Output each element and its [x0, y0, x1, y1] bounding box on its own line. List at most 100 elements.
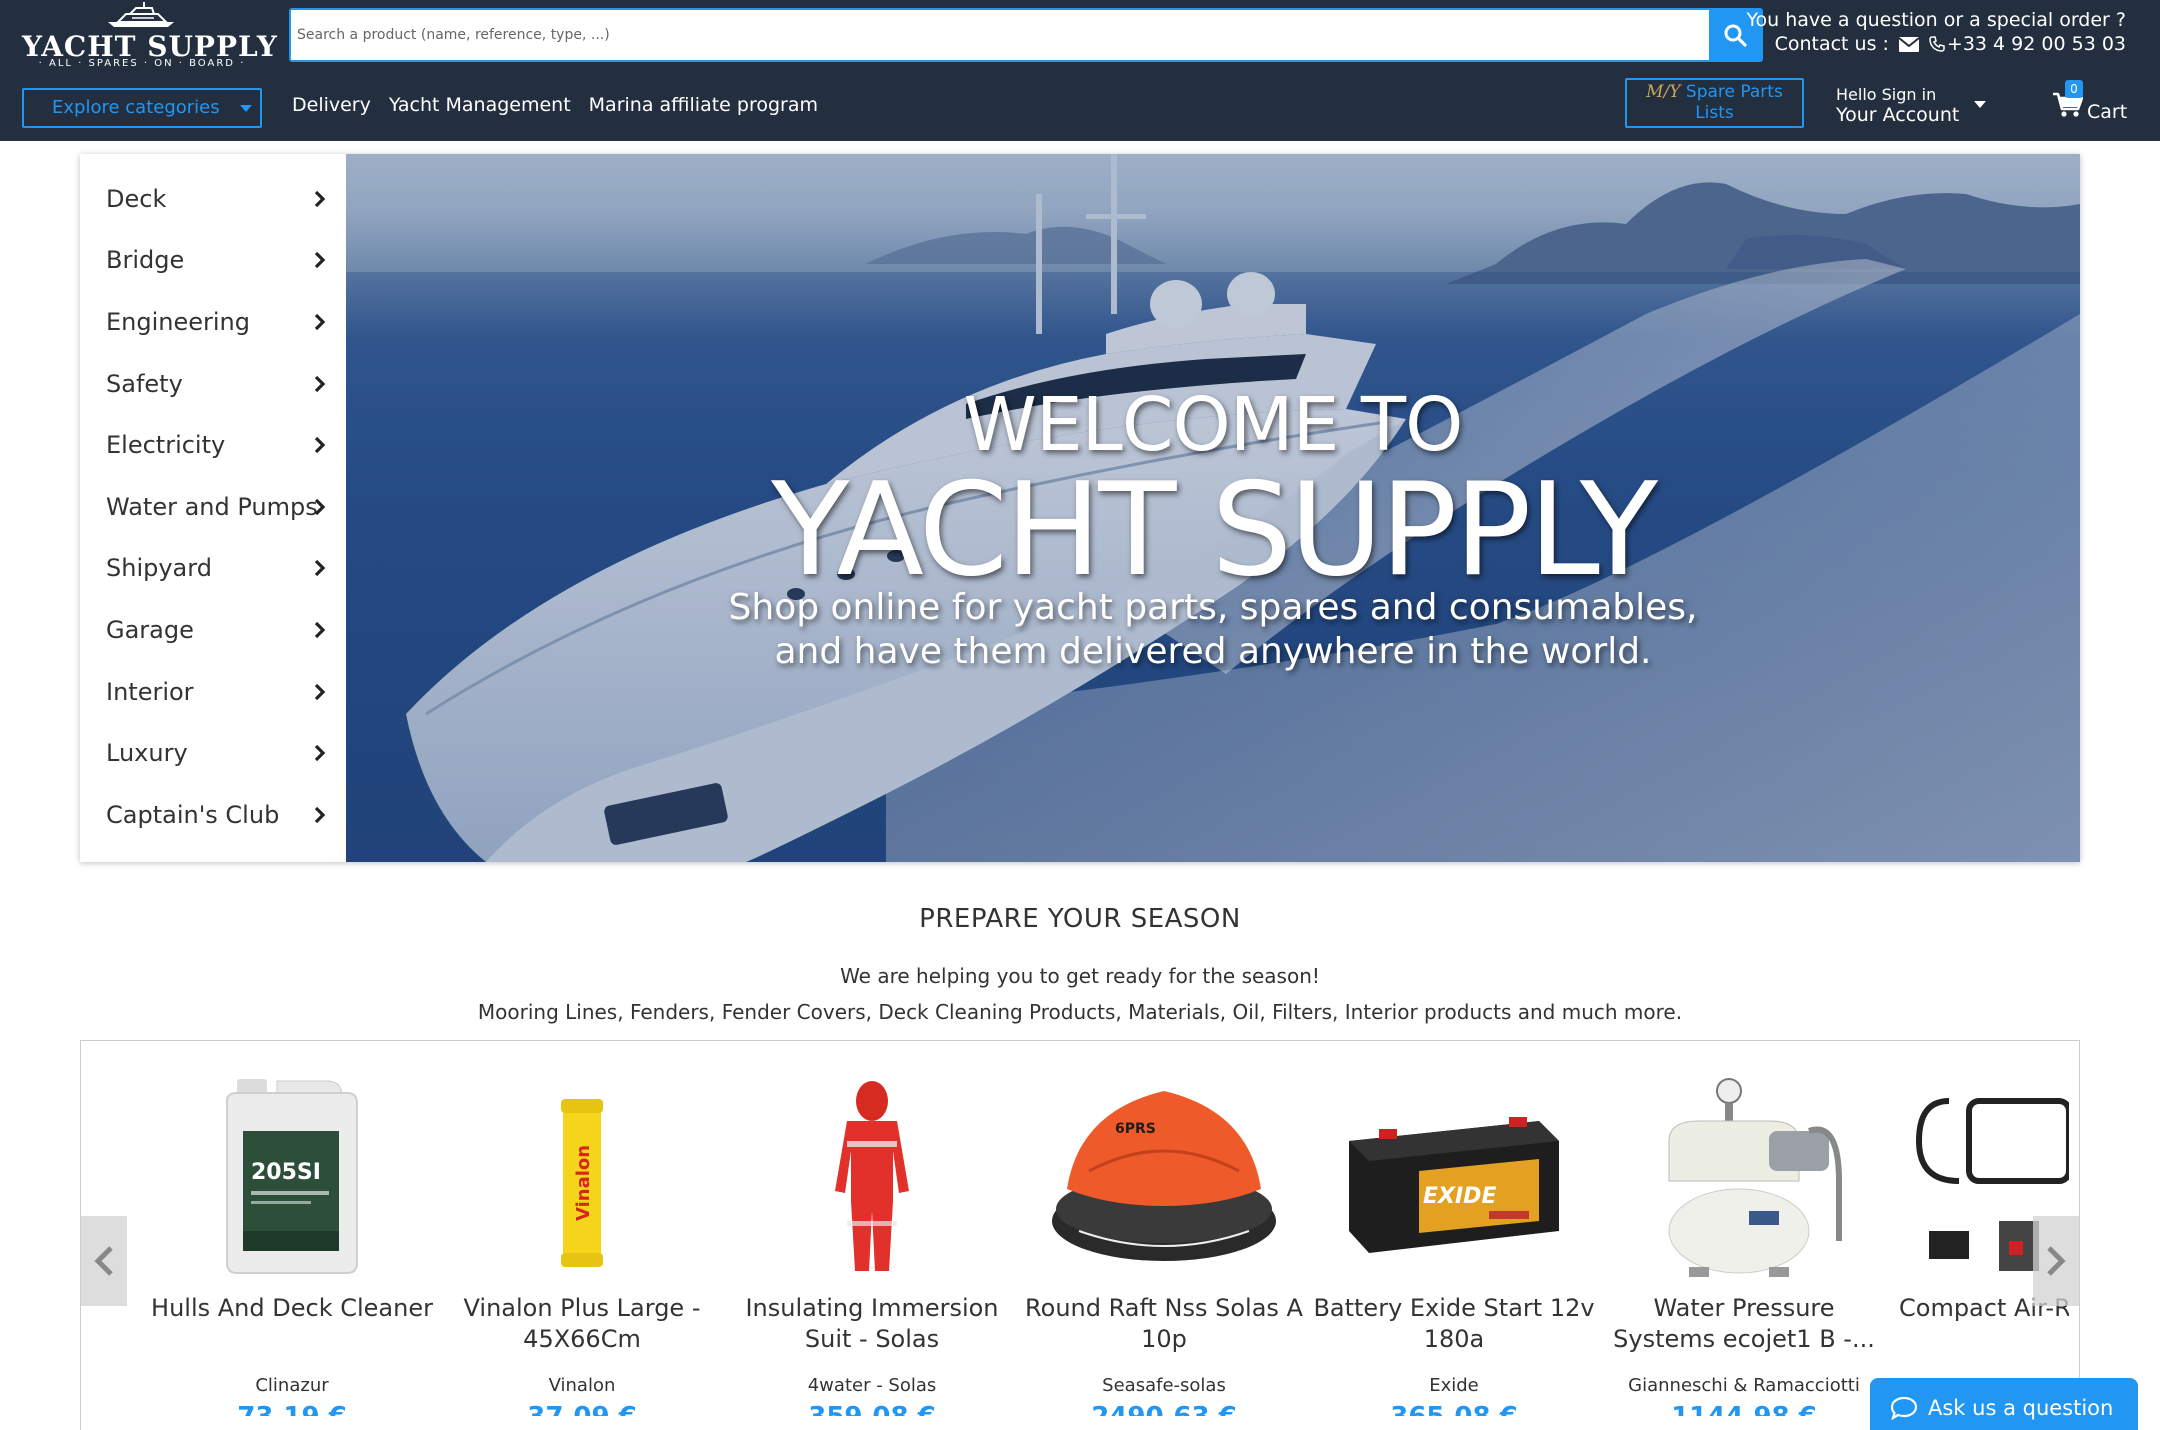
sidebar-item-label: Bridge	[106, 246, 185, 275]
account-greeting: Hello Sign in	[1836, 85, 1937, 104]
sidebar-item-captain-s-club[interactable]: Captain's Club	[80, 784, 346, 846]
ask-question-button[interactable]: Ask us a question	[1870, 1378, 2138, 1430]
sidebar-item-garage[interactable]: Garage	[80, 599, 346, 661]
product-price: 73.19 €	[147, 1402, 437, 1416]
product-price: 37.09 €	[437, 1402, 727, 1416]
contact-info: You have a question or a special order ?…	[1726, 8, 2126, 56]
season-description: We are helping you to get ready for the …	[0, 958, 2160, 1030]
sidebar-item-label: Shipyard	[106, 554, 212, 583]
season-heading: PREPARE YOUR SEASON	[919, 904, 1241, 934]
hero-text: WELCOME TO YACHT SUPPLY Shop online for …	[346, 154, 2080, 862]
sidebar-item-engineering[interactable]: Engineering	[80, 291, 346, 353]
nav-link-delivery[interactable]: Delivery	[292, 94, 371, 116]
hero-subline: Shop online for yacht parts, spares and …	[346, 586, 2080, 674]
sidebar-item-label: Luxury	[106, 739, 188, 768]
chevron-right-icon	[314, 560, 326, 577]
caret-down-icon	[240, 105, 252, 112]
product-name[interactable]: Round Raft Nss Solas A 10p	[1019, 1293, 1309, 1355]
chevron-right-icon	[314, 375, 326, 392]
immersion-suit-image	[835, 1081, 909, 1271]
hero-brand: YACHT SUPPLY	[771, 456, 1658, 605]
contact-phone[interactable]: +33 4 92 00 53 03	[1947, 32, 2126, 56]
chevron-right-icon	[314, 498, 326, 515]
hero-subline-2: and have them delivered anywhere in the …	[774, 631, 1652, 672]
cart-label: Cart	[2087, 101, 2128, 123]
product-name[interactable]: Vinalon Plus Large - 45X66Cm	[437, 1293, 727, 1355]
sidebar-item-shipyard[interactable]: Shipyard	[80, 538, 346, 600]
nav-link-marina-affiliate[interactable]: Marina affiliate program	[589, 94, 818, 116]
sidebar-item-label: Water and Pumps	[106, 492, 318, 521]
product-brand: 4water - Solas	[807, 1375, 937, 1396]
cleaner-jug-image: 205SI	[226, 1079, 358, 1274]
product-card[interactable]: EXIDE Battery Exide Start 12v 180a Exide…	[1309, 1071, 1599, 1416]
vinalon-tube-image: Vinalon	[561, 1099, 603, 1267]
product-image[interactable]	[1599, 1071, 1889, 1281]
search-input[interactable]	[291, 10, 1711, 60]
nav-link-yacht-management[interactable]: Yacht Management	[389, 94, 571, 116]
explore-categories-label: Explore categories	[52, 97, 220, 118]
product-brand: Exide	[1429, 1375, 1479, 1396]
product-price: 359.08 €	[727, 1402, 1017, 1416]
logo-tagline: · ALL · SPARES · ON · BOARD ·	[38, 58, 246, 69]
product-card[interactable]: 205SI Hulls And Deck Cleaner Clinazur 73…	[147, 1071, 437, 1416]
site-logo[interactable]: YACHT SUPPLY · ALL · SPARES · ON · BOARD…	[22, 0, 277, 74]
chevron-right-icon	[2047, 1246, 2066, 1276]
svg-text:Vinalon: Vinalon	[573, 1145, 594, 1221]
account-menu[interactable]: Hello Sign in Your Account	[1836, 86, 1996, 126]
product-card[interactable]: Water Pressure Systems ecojet1 B -... Gi…	[1599, 1071, 1889, 1416]
sidebar-item-label: Electricity	[106, 431, 226, 460]
contact-question: You have a question or a special order ?	[1746, 9, 2126, 31]
chevron-right-icon	[314, 745, 326, 762]
sidebar-item-safety[interactable]: Safety	[80, 353, 346, 415]
sidebar-item-label: Deck	[106, 184, 167, 213]
chevron-right-icon	[314, 806, 326, 823]
carousel-next-button[interactable]	[2033, 1216, 2079, 1306]
explore-categories-dropdown[interactable]: Explore categories	[22, 88, 262, 128]
product-name[interactable]: Water Pressure Systems ecojet1 B -...	[1599, 1293, 1889, 1355]
spare-parts-line2: Lists	[1695, 103, 1734, 123]
product-image[interactable]: EXIDE	[1309, 1071, 1599, 1281]
product-card[interactable]: Vinalon Vinalon Plus Large - 45X66Cm Vin…	[437, 1071, 727, 1416]
sidebar-item-label: Garage	[106, 615, 194, 644]
season-line-1: We are helping you to get ready for the …	[840, 964, 1320, 988]
product-carousel: 205SI Hulls And Deck Cleaner Clinazur 73…	[80, 1040, 2080, 1430]
chevron-right-icon	[314, 313, 326, 331]
chevron-right-icon	[314, 683, 326, 700]
cart-button[interactable]: 0 Cart	[2053, 80, 2128, 123]
chevron-left-icon	[94, 1246, 113, 1276]
sidebar-item-bridge[interactable]: Bridge	[80, 230, 346, 292]
sidebar-item-interior[interactable]: Interior	[80, 661, 346, 723]
product-name[interactable]: Insulating Immersion Suit - Solas	[727, 1293, 1017, 1355]
hero-banner[interactable]: WELCOME TO YACHT SUPPLY Shop online for …	[346, 154, 2080, 862]
svg-text:205SI: 205SI	[251, 1160, 321, 1185]
product-card[interactable]: Compact Air-Refrigerat	[1889, 1071, 2069, 1355]
product-name[interactable]: Hulls And Deck Cleaner	[147, 1293, 437, 1355]
product-image[interactable]: Vinalon	[437, 1071, 727, 1281]
caret-down-icon	[1974, 101, 1986, 108]
envelope-icon[interactable]	[1898, 36, 1919, 52]
water-pump-image	[1668, 1078, 1842, 1277]
sidebar-item-label: Safety	[106, 369, 183, 398]
carousel-prev-button[interactable]	[81, 1216, 127, 1306]
contact-label: Contact us :	[1774, 33, 1889, 55]
product-image[interactable]: 6PRS	[1019, 1071, 1309, 1281]
top-header: YACHT SUPPLY · ALL · SPARES · ON · BOARD…	[0, 0, 2160, 141]
sidebar-item-luxury[interactable]: Luxury	[80, 722, 346, 784]
svg-text:6PRS: 6PRS	[1115, 1121, 1156, 1137]
product-price: 365.08 €	[1309, 1402, 1599, 1416]
sidebar-item-water-and-pumps[interactable]: Water and Pumps	[80, 476, 346, 538]
phone-icon	[1929, 36, 1945, 52]
sidebar-item-electricity[interactable]: Electricity	[80, 414, 346, 476]
sidebar-item-deck[interactable]: Deck	[80, 168, 346, 230]
spare-parts-lists-button[interactable]: M/Y Spare Parts Lists	[1625, 78, 1804, 128]
product-card[interactable]: Insulating Immersion Suit - Solas 4water…	[727, 1071, 1017, 1416]
product-name[interactable]: Battery Exide Start 12v 180a	[1309, 1293, 1599, 1355]
product-image[interactable]: 205SI	[147, 1071, 437, 1281]
yacht-logo-icon	[108, 2, 174, 27]
product-card[interactable]: 6PRS Round Raft Nss Solas A 10p Seasafe-…	[1019, 1071, 1309, 1416]
product-price: 2490.63 €	[1019, 1402, 1309, 1416]
product-image[interactable]	[727, 1071, 1017, 1281]
chevron-right-icon	[314, 252, 326, 269]
spare-parts-prefix: M/Y	[1646, 82, 1681, 102]
chevron-right-icon	[314, 621, 326, 639]
